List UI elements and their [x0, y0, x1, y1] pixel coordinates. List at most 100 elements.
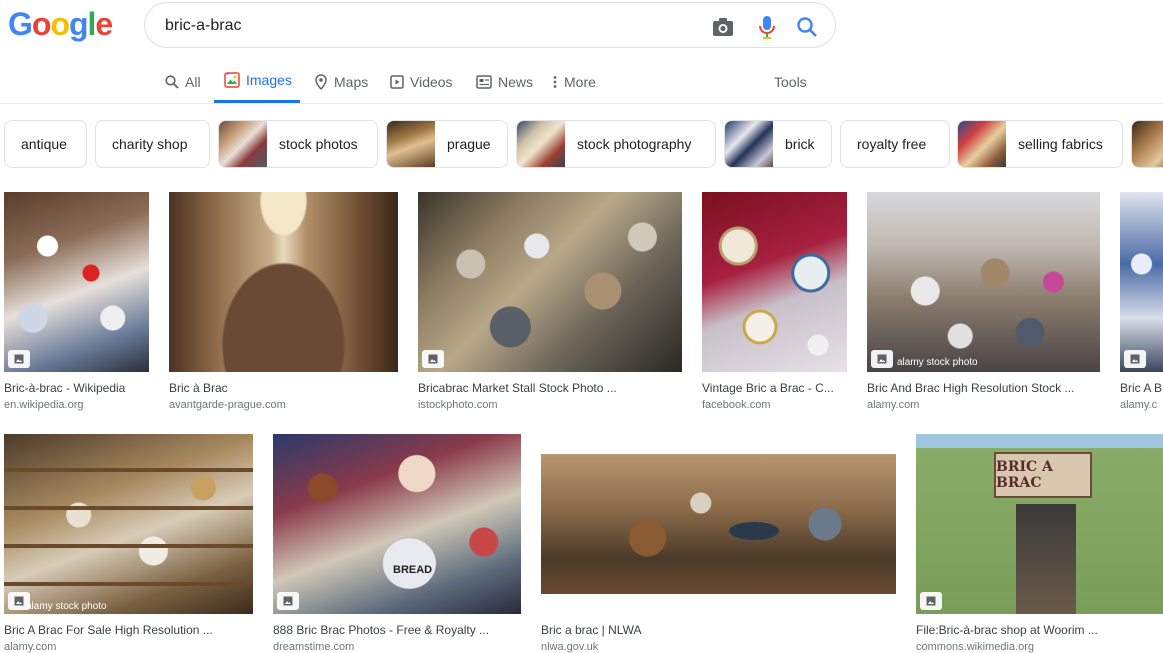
result-source: istockphoto.com [418, 399, 498, 411]
chip-antique[interactable]: antique [4, 120, 87, 168]
logo-letter: g [68, 6, 89, 42]
result-source: alamy.c [1120, 399, 1158, 411]
image-badge-icon [422, 350, 444, 368]
chip-charity-shop[interactable]: charity shop [95, 120, 210, 168]
image-result-nlwa[interactable]: Bric a brac | NLWA nlwa.gov.uk [537, 434, 900, 653]
tools-label: Tools [774, 73, 807, 90]
search-results-page: Google All Images Maps Videos [0, 0, 1163, 653]
chip-stock-photos[interactable]: stock photos [218, 120, 378, 168]
image-badge-icon [277, 592, 299, 610]
search-input[interactable] [165, 14, 685, 38]
logo-letter: o [50, 6, 70, 42]
image-badge-icon [920, 592, 942, 610]
image-badge-icon [1124, 350, 1146, 368]
chip-label: brick [785, 136, 815, 152]
image-badge-icon [871, 350, 893, 368]
tab-more[interactable]: More [550, 60, 598, 103]
image-result-alamy-partial[interactable]: Bric A B alamy.c [1116, 192, 1163, 418]
tab-label: Images [246, 72, 292, 88]
result-source: alamy.com [4, 641, 57, 653]
image-watermark: alamy stock photo [897, 357, 978, 368]
camera-icon[interactable] [711, 15, 735, 39]
search-box [144, 2, 836, 48]
shop-doorway [1016, 504, 1076, 614]
chip-thumbnail [387, 121, 435, 167]
result-title: Bric A B [1120, 381, 1163, 395]
google-logo[interactable]: Google [8, 6, 113, 43]
result-image [702, 192, 847, 372]
result-source: alamy.com [867, 399, 920, 411]
chip-thumbnail [517, 121, 565, 167]
result-title: Bric And Brac High Resolution Stock ... [867, 381, 1075, 395]
image-result-wikipedia[interactable]: Bric-à-brac - Wikipedia en.wikipedia.org [0, 192, 154, 418]
image-result-dreamstime[interactable]: BREAD 888 Bric Brac Photos - Free & Roya… [269, 434, 525, 653]
image-result-alamy-1[interactable]: alamy stock photo Bric And Brac High Res… [863, 192, 1104, 418]
video-icon [390, 74, 404, 89]
chip-thumbnail [958, 121, 1006, 167]
tab-news[interactable]: News [474, 60, 535, 103]
microphone-icon[interactable] [755, 15, 779, 39]
chip-thumbnail [725, 121, 773, 167]
search-icon [165, 74, 179, 89]
chip-stock-photography[interactable]: stock photography [516, 120, 716, 168]
search-submit-icon[interactable] [795, 15, 819, 39]
chip-more[interactable] [1131, 120, 1163, 168]
more-dots-icon [553, 75, 557, 88]
chip-thumbnail [219, 121, 267, 167]
image-watermark: alamy stock photo [26, 601, 107, 612]
result-title: Bric A Brac For Sale High Resolution ... [4, 623, 213, 637]
tab-maps[interactable]: Maps [312, 60, 370, 103]
chip-prague[interactable]: prague [386, 120, 508, 168]
image-icon [224, 72, 240, 88]
logo-letter: e [95, 6, 113, 42]
result-source: commons.wikimedia.org [916, 641, 1034, 653]
search-tabs: All Images Maps Videos News More Tools [0, 60, 1163, 104]
shop-sign-text: BRIC A BRAC [996, 459, 1053, 491]
result-image [541, 434, 896, 614]
image-badge-icon [8, 592, 30, 610]
chip-label: stock photography [577, 136, 692, 152]
tab-label: All [185, 73, 201, 90]
bread-tin-label: BREAD [393, 564, 433, 576]
result-image: BREAD [273, 434, 521, 614]
chip-brick[interactable]: brick [724, 120, 832, 168]
result-source: dreamstime.com [273, 641, 355, 653]
chip-label: selling fabrics [1018, 136, 1103, 152]
image-result-istockphoto[interactable]: Bricabrac Market Stall Stock Photo ... i… [414, 192, 686, 418]
image-result-alamy-2[interactable]: alamy stock photo Bric A Brac For Sale H… [0, 434, 257, 653]
tab-label: News [498, 73, 534, 90]
logo-letter: o [31, 6, 52, 42]
result-title: 888 Bric Brac Photos - Free & Royalty ..… [273, 623, 490, 637]
result-photo-area [541, 454, 896, 594]
result-image [418, 192, 682, 372]
image-result-facebook[interactable]: Vintage Bric a Brac - C... facebook.com [698, 192, 851, 418]
result-source: facebook.com [702, 399, 771, 411]
tools-button[interactable]: Tools [772, 60, 809, 103]
result-source: avantgarde-prague.com [169, 399, 286, 411]
result-title: Bric a brac | NLWA [541, 623, 642, 637]
result-image: alamy stock photo [867, 192, 1100, 372]
tab-images[interactable]: Images [214, 60, 300, 103]
image-badge-icon [8, 350, 30, 368]
result-source: en.wikipedia.org [4, 399, 84, 411]
chip-thumbnail [1132, 121, 1163, 167]
chip-label: charity shop [112, 136, 188, 152]
result-title: Bricabrac Market Stall Stock Photo ... [418, 381, 617, 395]
result-image: BRIC A BRAC [916, 434, 1163, 614]
image-result-wikimedia[interactable]: BRIC A BRAC File:Bric-à-brac shop at Woo… [912, 434, 1163, 653]
tab-videos[interactable]: Videos [388, 60, 455, 103]
news-icon [476, 74, 492, 89]
result-title: Vintage Bric a Brac - C... [702, 381, 834, 395]
image-result-avantgarde[interactable]: Bric à Brac avantgarde-prague.com [165, 192, 402, 418]
result-image [169, 192, 398, 372]
logo-letter: G [8, 6, 33, 42]
result-title: Bric-à-brac - Wikipedia [4, 381, 126, 395]
chip-selling-fabrics[interactable]: selling fabrics [957, 120, 1123, 168]
tab-all[interactable]: All [163, 60, 203, 103]
chip-label: antique [21, 136, 67, 152]
tab-label: Maps [334, 73, 369, 90]
chip-royalty-free[interactable]: royalty free [840, 120, 950, 168]
tab-label: Videos [410, 73, 453, 90]
map-pin-icon [315, 73, 327, 90]
chip-label: prague [447, 136, 491, 152]
